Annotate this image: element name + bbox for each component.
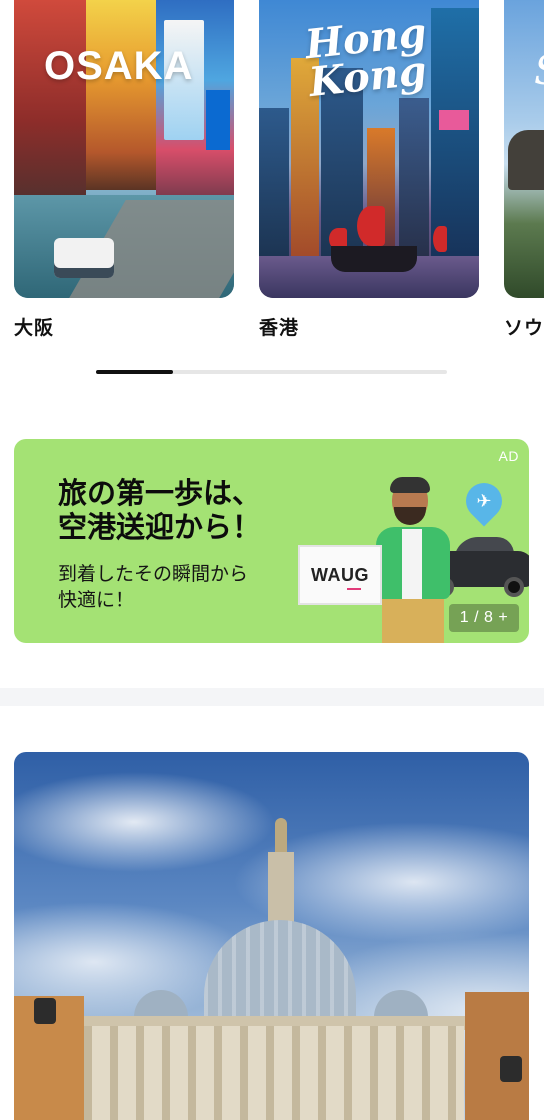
city-image-seoul[interactable]: S <box>504 0 544 298</box>
city-logo-seoul: S <box>534 48 544 94</box>
city-card-seoul[interactable]: S ソウ <box>504 0 544 340</box>
ad-page-counter[interactable]: 1 / 8 + <box>449 604 519 632</box>
city-name-osaka: 大阪 <box>14 317 55 339</box>
airplane-pin-icon: ✈ <box>458 475 510 527</box>
carousel-scroll-thumb <box>96 370 174 374</box>
carousel-scroll-indicator <box>96 370 447 374</box>
city-name-hongkong: 香港 <box>259 317 300 339</box>
city-carousel[interactable]: OSAKA 大阪 Hong Kong 香港 ソウ <box>0 0 544 345</box>
section-divider <box>0 688 544 706</box>
waug-sign: WAUG <box>298 545 382 605</box>
city-card-osaka[interactable]: OSAKA 大阪 <box>14 0 234 340</box>
city-card-hongkong[interactable]: Hong Kong 香港 <box>259 0 479 340</box>
city-image-hongkong[interactable]: Hong Kong <box>259 0 479 298</box>
city-logo-osaka: OSAKA <box>44 44 194 88</box>
city-logo-hongkong: Hong Kong <box>302 8 429 107</box>
ad-banner[interactable]: AD 旅の第一歩は、 空港送迎から！ 到着したその瞬間から 快適に！ ✈ WAU… <box>14 439 529 643</box>
ad-subtitle: 到着したその瞬間から 快適に！ <box>58 563 249 611</box>
city-name-seoul: ソウ <box>504 317 544 339</box>
ad-label: AD <box>498 448 519 464</box>
app-page: OSAKA 大阪 Hong Kong 香港 ソウ AD 旅の第一歩は、 空港送迎… <box>0 0 544 1120</box>
city-image-osaka[interactable]: OSAKA <box>14 0 234 298</box>
ad-title: 旅の第一歩は、 空港送迎から！ <box>58 476 262 544</box>
feature-card-vatican[interactable] <box>14 752 529 1120</box>
waug-logo: WAUG <box>311 564 369 590</box>
